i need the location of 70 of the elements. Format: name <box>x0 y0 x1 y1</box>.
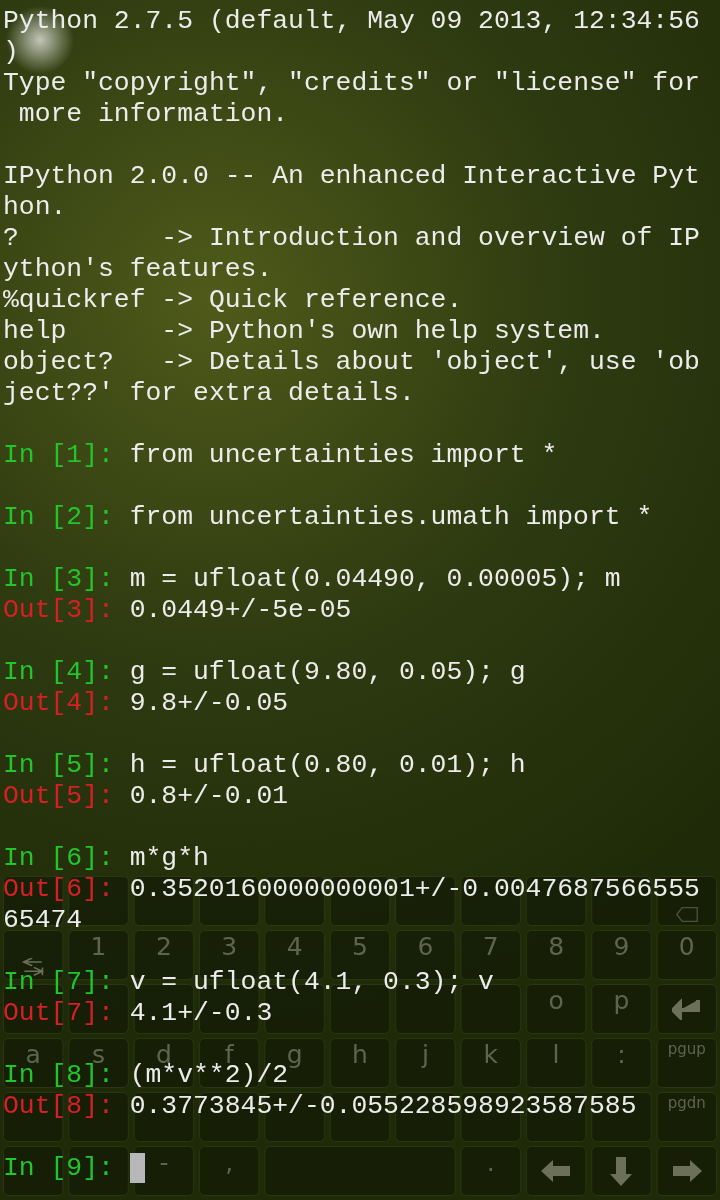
input-code: from uncertainties.umath import * <box>129 502 653 532</box>
key[interactable]: 6 <box>417 934 434 959</box>
output-text: ) <box>3 37 19 67</box>
output-value: 9.8+/-0.05 <box>129 688 289 718</box>
key[interactable]: 3 <box>221 934 238 959</box>
right-arrow-icon[interactable] <box>671 1159 702 1183</box>
key[interactable]: . <box>486 1150 495 1175</box>
key[interactable]: s <box>92 1042 106 1067</box>
key[interactable]: pgup <box>667 1042 706 1057</box>
input-prompt: In [9]: <box>3 1153 114 1183</box>
output-text: more information. <box>17 99 289 129</box>
key[interactable]: 8 <box>548 934 565 959</box>
input-prompt: In [2]: <box>3 502 114 532</box>
output-text: object? -> Details about 'object', use 'ob <box>3 347 700 377</box>
key[interactable]: j <box>421 1042 429 1067</box>
output-text: 65474 <box>3 905 83 935</box>
input-prompt: In [3]: <box>3 564 114 594</box>
output-text: hon. <box>3 192 67 222</box>
output-prompt: Out[5]: <box>3 781 114 811</box>
output-text: %quickref -> Quick reference. <box>3 285 463 315</box>
output-text: ? -> Introduction and overview of IP <box>3 223 700 253</box>
output-prompt: Out[7]: <box>3 998 114 1028</box>
output-text: help -> Python's own help system. <box>3 316 605 346</box>
key[interactable]: - <box>159 1150 169 1175</box>
key[interactable]: 9 <box>613 934 630 959</box>
key[interactable]: 2 <box>155 934 172 959</box>
output-prompt: Out[6]: <box>3 874 114 904</box>
enter-key-icon[interactable] <box>671 998 702 1020</box>
output-text: IPython 2.0.0 -- An enhanced Interactive Pyt <box>3 161 700 191</box>
output-text: ject??' for extra details. <box>3 378 415 408</box>
key[interactable]: l <box>552 1042 560 1067</box>
key[interactable]: 1 <box>90 934 107 959</box>
key[interactable]: pgdn <box>667 1096 706 1111</box>
output-value: 0.0449+/-5e-05 <box>129 595 352 625</box>
output-value: 0.3773845+/-0.055228598923587585 <box>129 1091 637 1121</box>
down-arrow-icon[interactable] <box>609 1156 634 1186</box>
input-code: m = ufloat(0.04490, 0.00005); m <box>129 564 621 594</box>
output-text: Python 2.7.5 (default, May 09 2013, 12:34:56 <box>3 6 700 36</box>
input-code: from uncertainties import * <box>129 440 558 470</box>
key[interactable]: , <box>225 1150 234 1175</box>
key[interactable]: : <box>617 1042 626 1067</box>
input-code: m*g*h <box>129 843 209 873</box>
text-cursor <box>129 1153 145 1183</box>
key[interactable]: o <box>548 988 564 1013</box>
input-code: h = ufloat(0.80, 0.01); h <box>129 750 526 780</box>
key[interactable]: 5 <box>352 934 368 959</box>
output-prompt: Out[8]: <box>3 1091 114 1121</box>
backspace-key-icon[interactable] <box>674 907 699 922</box>
output-value: 0.8+/-0.01 <box>129 781 289 811</box>
key[interactable]: 0 <box>678 934 695 959</box>
output-text: Type "copyright", "credits" or "license" for <box>3 68 700 98</box>
input-code: v = ufloat(4.1, 0.3); v <box>129 967 494 997</box>
output-text: ython's features. <box>3 254 273 284</box>
key[interactable]: 4 <box>286 934 303 959</box>
output-prompt: Out[4]: <box>3 688 114 718</box>
input-prompt: In [4]: <box>3 657 114 687</box>
key[interactable]: g <box>286 1042 303 1067</box>
input-code: g = ufloat(9.80, 0.05); g <box>129 657 526 687</box>
output-value: 4.1+/-0.3 <box>129 998 273 1028</box>
key[interactable]: p <box>613 988 630 1013</box>
input-prompt: In [1]: <box>3 440 114 470</box>
key[interactable]: h <box>352 1042 368 1067</box>
output-value: 0.3520160000000001+/-0.0047687566555 <box>129 874 700 904</box>
key[interactable]: k <box>483 1042 498 1067</box>
key[interactable]: 7 <box>482 934 499 959</box>
input-prompt: In [5]: <box>3 750 114 780</box>
left-arrow-icon[interactable] <box>541 1159 572 1183</box>
output-prompt: Out[3]: <box>3 595 114 625</box>
input-prompt: In [7]: <box>3 967 114 997</box>
input-prompt: In [6]: <box>3 843 114 873</box>
